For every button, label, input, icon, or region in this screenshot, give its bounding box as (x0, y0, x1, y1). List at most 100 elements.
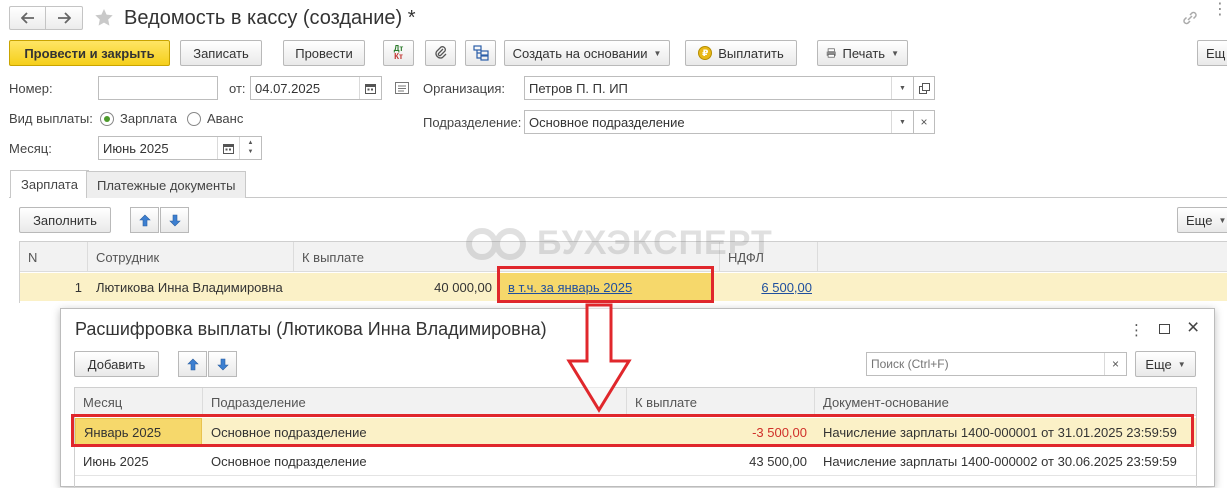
kebab-menu-icon[interactable]: ⋮ (1129, 321, 1144, 339)
back-button[interactable] (9, 6, 46, 30)
cell-department: Основное подразделение (211, 453, 367, 469)
ndfl-link[interactable]: 6 500,00 (761, 280, 812, 295)
cell-ndfl[interactable]: 6 500,00 (720, 273, 812, 301)
popup-add-button[interactable]: Добавить (74, 351, 159, 377)
popup-move-up-button[interactable] (178, 351, 207, 377)
forward-button[interactable] (46, 6, 83, 30)
payment-type-label: Вид выплаты: (9, 111, 93, 126)
move-up-button[interactable] (130, 207, 159, 233)
annotation-arrow-icon (566, 303, 632, 413)
row-divider (75, 475, 1196, 476)
month-spinner[interactable]: ▲ ▼ (239, 137, 261, 159)
fill-button[interactable]: Заполнить (19, 207, 111, 233)
watermark: БУХЭКСПЕРТ (465, 224, 773, 263)
col-department[interactable]: Подразделение (203, 388, 627, 416)
chevron-down-icon: ▼ (1177, 359, 1186, 369)
calendar-icon[interactable] (359, 77, 381, 99)
organization-value: Петров П. П. ИП (529, 80, 628, 96)
table-row[interactable]: Июнь 2025 Основное подразделение 43 500,… (75, 447, 1196, 475)
col-basis-doc[interactable]: Документ-основание (815, 388, 1196, 416)
department-clear-button[interactable]: × (913, 110, 935, 134)
clear-icon[interactable]: × (1104, 353, 1126, 375)
cell-basis-doc: Начисление зарплаты 1400-000002 от 30.06… (823, 453, 1177, 469)
breakdown-popup: Расшифровка выплаты (Лютикова Инна Влади… (60, 308, 1215, 488)
move-down-button[interactable] (160, 207, 189, 233)
arrow-up-icon (138, 214, 151, 226)
date-label: от: (229, 81, 246, 96)
forward-arrow-icon (58, 12, 71, 24)
attach-button[interactable] (425, 40, 456, 66)
popup-move-buttons (178, 351, 237, 377)
clear-icon: × (920, 115, 928, 129)
popup-search-input[interactable] (867, 353, 1103, 375)
arrow-down-icon (216, 358, 229, 370)
print-button[interactable]: Печать ▼ (817, 40, 908, 66)
cell-to-pay: 40 000,00 (434, 279, 492, 295)
tab-payment-docs[interactable]: Платежные документы (86, 171, 247, 198)
ruble-coin-icon: ₽ (698, 46, 713, 60)
chevron-down-icon[interactable]: ▼ (891, 77, 913, 99)
nav-buttons (9, 6, 83, 30)
cell-employee: Лютикова Инна Владимировна (96, 279, 283, 295)
printer-icon (826, 48, 836, 58)
col-to-pay[interactable]: К выплате (294, 242, 494, 272)
tab-salary[interactable]: Зарплата (10, 170, 89, 198)
col-amount[interactable]: К выплате (627, 388, 815, 416)
cell-n: 1 (74, 279, 82, 295)
number-label: Номер: (9, 81, 53, 96)
popup-table-header: Месяц Подразделение К выплате Документ-о… (75, 388, 1196, 416)
create-based-on-label: Создать на основании (512, 45, 648, 61)
popup-move-down-button[interactable] (208, 351, 237, 377)
maximize-icon[interactable] (1159, 324, 1170, 334)
print-label: Печать (842, 45, 886, 61)
star-icon[interactable] (94, 8, 114, 27)
close-icon[interactable]: × (1187, 316, 1199, 340)
watermark-text: БУХЭКСПЕРТ (537, 224, 773, 262)
date-value: 04.07.2025 (255, 80, 321, 96)
paperclip-icon (434, 46, 446, 59)
cell-amount: 43 500,00 (749, 453, 807, 469)
move-buttons (130, 207, 189, 233)
department-select[interactable]: Основное подразделение ▼ (524, 110, 914, 134)
department-value: Основное подразделение (529, 114, 685, 130)
department-label: Подразделение: (423, 115, 522, 130)
chevron-down-icon: ▼ (1218, 215, 1227, 225)
structure-button[interactable] (465, 40, 496, 66)
dtkt-icon: Дт Кт (393, 44, 404, 61)
chevron-down-icon[interactable]: ▼ (891, 111, 913, 133)
table-more-button[interactable]: Еще ▼ (1177, 207, 1227, 233)
pay-button[interactable]: ₽ Выплатить (685, 40, 797, 66)
radio-advance-label[interactable]: Аванс (207, 111, 243, 126)
spin-down-icon[interactable]: ▼ (248, 148, 254, 157)
window-more-dots[interactable]: ⋮ (1212, 2, 1227, 18)
structure-icon (472, 45, 489, 61)
popup-search[interactable]: × (866, 352, 1127, 376)
month-input[interactable]: Июнь 2025 ▲ ▼ (98, 136, 262, 160)
calendar-icon[interactable] (217, 137, 239, 159)
post-and-close-button[interactable]: Провести и закрыть (9, 40, 170, 66)
post-button[interactable]: Провести (283, 40, 365, 66)
spin-up-icon[interactable]: ▲ (248, 139, 254, 148)
radio-salary[interactable] (100, 112, 114, 126)
chevron-down-icon: ▼ (891, 48, 899, 58)
radio-advance[interactable] (187, 112, 201, 126)
save-button[interactable]: Записать (180, 40, 262, 66)
date-input[interactable]: 04.07.2025 (250, 76, 382, 100)
col-employee[interactable]: Сотрудник (88, 242, 294, 272)
document-icon[interactable] (395, 82, 409, 94)
dtkt-button[interactable]: Дт Кт (383, 40, 414, 66)
col-month[interactable]: Месяц (75, 388, 203, 416)
number-input[interactable] (98, 76, 218, 100)
watermark-logo-icon (466, 227, 526, 260)
popup-more-button[interactable]: Еще ▼ (1135, 351, 1196, 377)
arrow-up-icon (186, 358, 199, 370)
create-based-on-button[interactable]: Создать на основании ▼ (504, 40, 670, 66)
chevron-down-icon: ▼ (653, 48, 662, 58)
link-icon[interactable] (1181, 9, 1199, 27)
more-button[interactable]: Ещ (1197, 40, 1227, 66)
organization-open-button[interactable] (913, 76, 935, 100)
annotation-highlight-link (497, 266, 714, 303)
organization-select[interactable]: Петров П. П. ИП ▼ (524, 76, 914, 100)
radio-salary-label[interactable]: Зарплата (120, 111, 177, 126)
col-n[interactable]: N (20, 242, 88, 272)
